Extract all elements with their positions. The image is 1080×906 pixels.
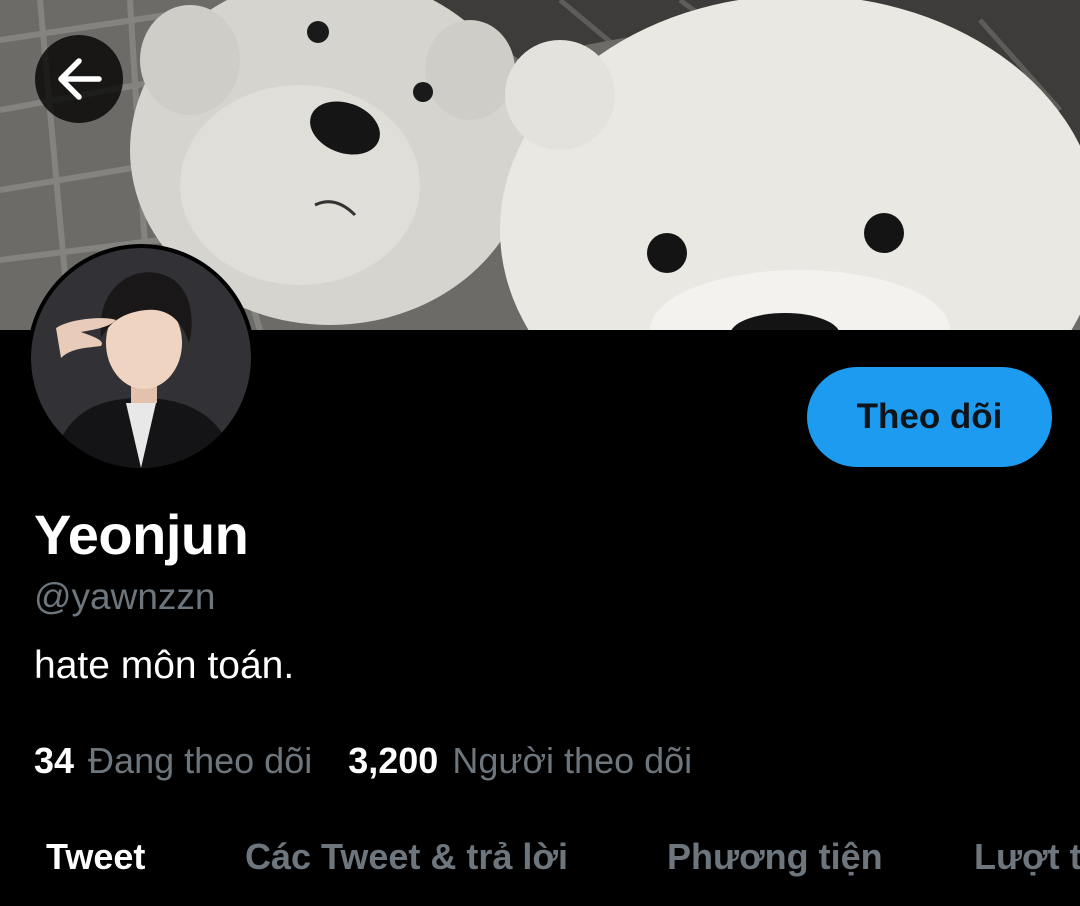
- profile-bio: hate môn toán.: [34, 644, 295, 687]
- avatar-photo: [31, 248, 251, 468]
- followers-count: 3,200: [348, 740, 439, 781]
- profile-stats: 34 Đang theo dõi 3,200 Người theo dõi: [34, 738, 692, 784]
- following-count: 34: [34, 740, 75, 781]
- following-label: Đang theo dõi: [88, 740, 313, 781]
- followers-label: Người theo dõi: [452, 740, 693, 781]
- profile-display-name: Yeonjun: [34, 503, 249, 566]
- profile-tabs: Tweet Các Tweet & trả lời Phương tiện Lư…: [0, 826, 1080, 906]
- following-stat[interactable]: 34 Đang theo dõi: [34, 738, 312, 784]
- profile-avatar[interactable]: [27, 244, 255, 472]
- tab-likes[interactable]: Lượt thích: [974, 834, 1080, 880]
- arrow-left-icon: [58, 58, 102, 100]
- profile-handle: @yawnzzn: [34, 576, 216, 617]
- followers-stat[interactable]: 3,200 Người theo dõi: [348, 738, 692, 784]
- follow-button[interactable]: Theo dõi: [807, 367, 1052, 467]
- tab-media[interactable]: Phương tiện: [667, 834, 883, 880]
- back-button[interactable]: [35, 35, 123, 123]
- tab-tweets[interactable]: Tweet: [46, 834, 145, 880]
- tab-tweets-and-replies[interactable]: Các Tweet & trả lời: [245, 834, 568, 880]
